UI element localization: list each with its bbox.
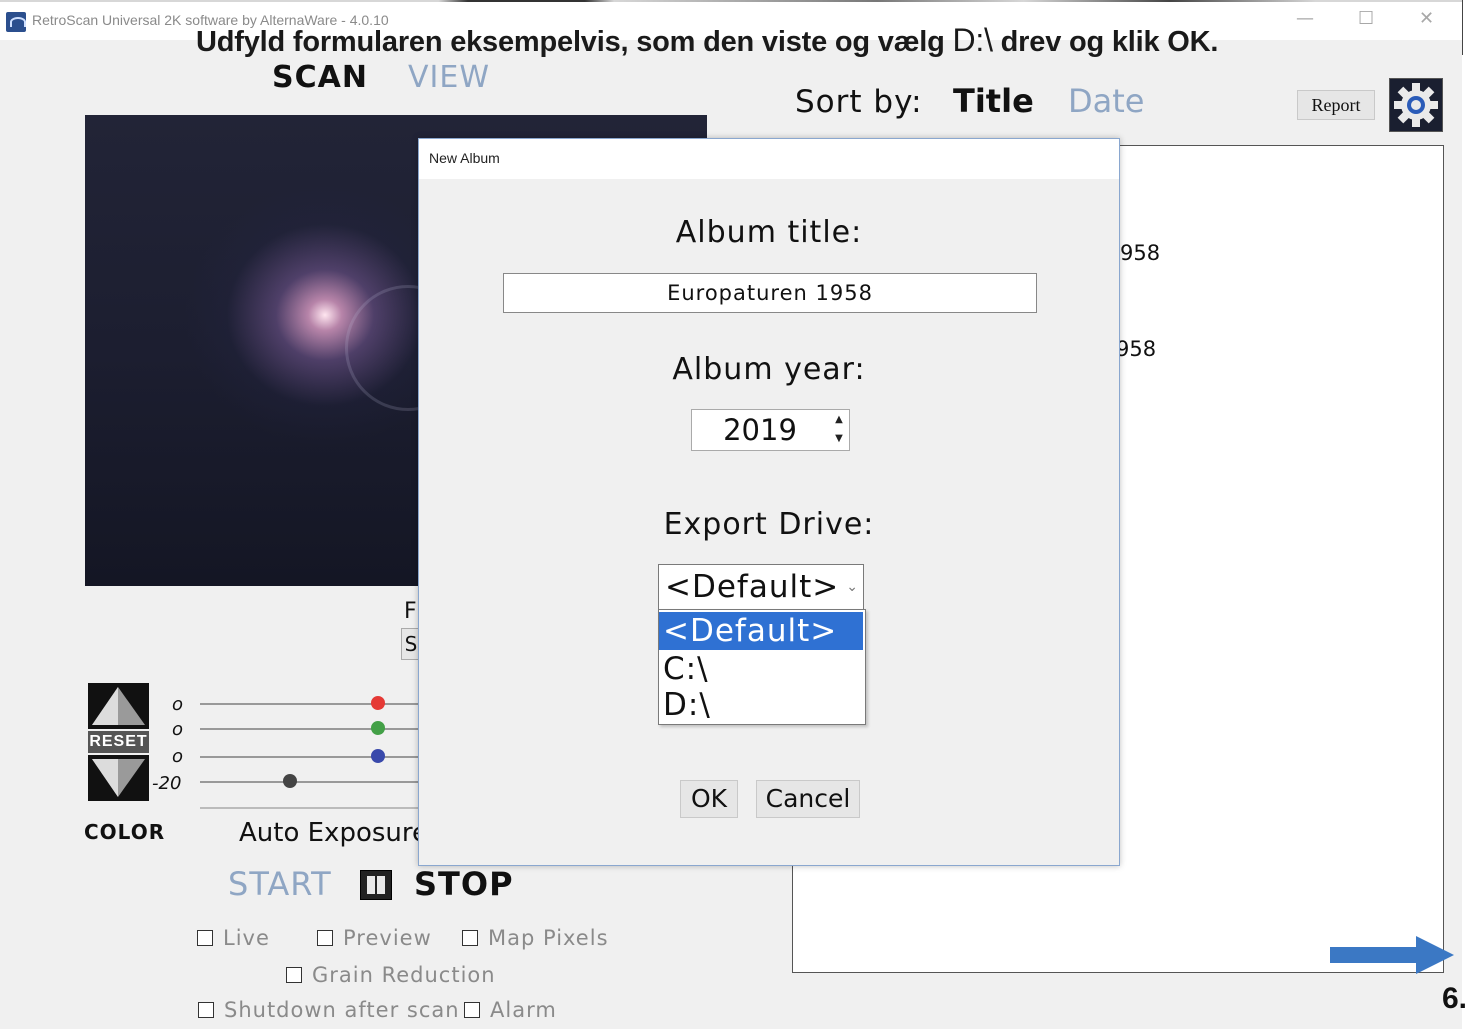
page-number: 6. [1442, 982, 1468, 1015]
album-title-input[interactable]: Europaturen 1958 [503, 273, 1037, 313]
new-album-dialog: New Album Album title: Europaturen 1958 … [418, 138, 1120, 866]
instruction-caption: Udfyld formularen eksempelvis, som den v… [196, 22, 1218, 59]
sort-label: Sort by: [795, 84, 923, 120]
cancel-button[interactable]: Cancel [756, 780, 860, 818]
alarm-checkbox[interactable]: Alarm [464, 998, 557, 1022]
export-drive-select[interactable]: <Default> ⌄ [658, 564, 864, 610]
exposure-value: -20 [152, 773, 182, 794]
grain-reduction-checkbox[interactable]: Grain Reduction [286, 963, 496, 987]
list-item[interactable]: 958 [1116, 337, 1156, 361]
tab-scan[interactable]: SCAN [272, 60, 368, 95]
ok-button[interactable]: OK [680, 780, 738, 818]
checkbox-box[interactable] [462, 930, 478, 946]
checkbox-box[interactable] [464, 1002, 480, 1018]
pause-button[interactable] [360, 870, 392, 900]
preview-checkbox[interactable]: Preview [317, 926, 432, 950]
green-value: o [172, 719, 184, 740]
checkbox-label: Live [223, 926, 270, 950]
checkbox-label: Grain Reduction [312, 963, 496, 987]
settings-button[interactable] [1389, 78, 1443, 132]
sort-by-title[interactable]: Title [953, 82, 1034, 120]
minimize-button[interactable]: — [1296, 8, 1314, 29]
drive-option-default[interactable]: <Default> [659, 612, 863, 650]
exposure-slider-knob[interactable] [283, 774, 297, 788]
blue-slider-knob[interactable] [371, 749, 385, 763]
report-button[interactable]: Report [1297, 90, 1375, 120]
triangle-up-icon [92, 687, 145, 725]
checkbox-box[interactable] [197, 930, 213, 946]
selected-drive: <Default> [665, 569, 840, 605]
red-slider[interactable] [200, 703, 420, 705]
slider-divider [200, 807, 420, 809]
album-year-label: Album year: [672, 352, 866, 387]
exposure-slider[interactable] [200, 781, 420, 783]
checkbox-label: Preview [343, 926, 432, 950]
instruction-before: Udfyld formularen eksempelvis, som den v… [196, 26, 953, 58]
chevron-down-icon: ⌄ [846, 579, 859, 595]
live-checkbox[interactable]: Live [197, 926, 270, 950]
page-margin-cover [1462, 55, 1484, 1029]
sort-by-date[interactable]: Date [1068, 82, 1144, 120]
auto-exposure-button[interactable]: Auto Exposure [239, 818, 428, 848]
drive-option-d[interactable]: D:\ [659, 686, 863, 724]
stop-button[interactable]: STOP [414, 865, 514, 903]
export-drive-label: Export Drive: [663, 507, 875, 542]
color-label: COLOR [84, 820, 166, 844]
album-year-spinner[interactable]: 2019 ▲ ▼ [691, 409, 850, 451]
titlebar-edge [0, 0, 1462, 2]
partial-label: F [404, 599, 417, 624]
start-button[interactable]: START [228, 865, 332, 903]
list-item[interactable]: 958 [1120, 241, 1160, 265]
checkbox-label: Map Pixels [488, 926, 609, 950]
dialog-title: New Album [429, 150, 500, 166]
maximize-button[interactable]: ☐ [1358, 8, 1374, 29]
gear-icon [1394, 83, 1438, 127]
next-arrow-icon [1330, 936, 1456, 978]
album-title-label: Album title: [675, 215, 863, 250]
spin-down-icon[interactable]: ▼ [831, 430, 847, 448]
instruction-drive: D:\ [952, 22, 993, 58]
checkbox-box[interactable] [317, 930, 333, 946]
decrease-arrow-button[interactable] [88, 755, 149, 801]
checkbox-box[interactable] [198, 1002, 214, 1018]
reset-button[interactable]: RESET [88, 731, 149, 753]
tab-view[interactable]: VIEW [408, 60, 490, 95]
red-value: o [172, 694, 184, 715]
drive-option-c[interactable]: C:\ [659, 650, 863, 688]
increase-arrow-button[interactable] [88, 683, 149, 729]
triangle-down-icon [92, 759, 145, 797]
checkbox-label: Shutdown after scan [224, 998, 460, 1022]
checkbox-label: Alarm [490, 998, 557, 1022]
album-year-value[interactable]: 2019 [692, 410, 828, 450]
red-slider-knob[interactable] [371, 696, 385, 710]
dialog-titlebar: New Album [419, 139, 1119, 179]
spin-up-icon[interactable]: ▲ [831, 411, 847, 429]
close-button[interactable]: ✕ [1419, 8, 1434, 29]
blue-value: o [172, 746, 184, 767]
green-slider[interactable] [200, 728, 420, 730]
instruction-after: drev og klik OK. [992, 26, 1219, 58]
shutdown-checkbox[interactable]: Shutdown after scan [198, 998, 460, 1022]
blue-slider[interactable] [200, 756, 420, 758]
drive-dropdown-list: <Default> C:\ D:\ [658, 609, 866, 725]
map-pixels-checkbox[interactable]: Map Pixels [462, 926, 609, 950]
app-icon [6, 12, 26, 32]
green-slider-knob[interactable] [371, 721, 385, 735]
checkbox-box[interactable] [286, 967, 302, 983]
